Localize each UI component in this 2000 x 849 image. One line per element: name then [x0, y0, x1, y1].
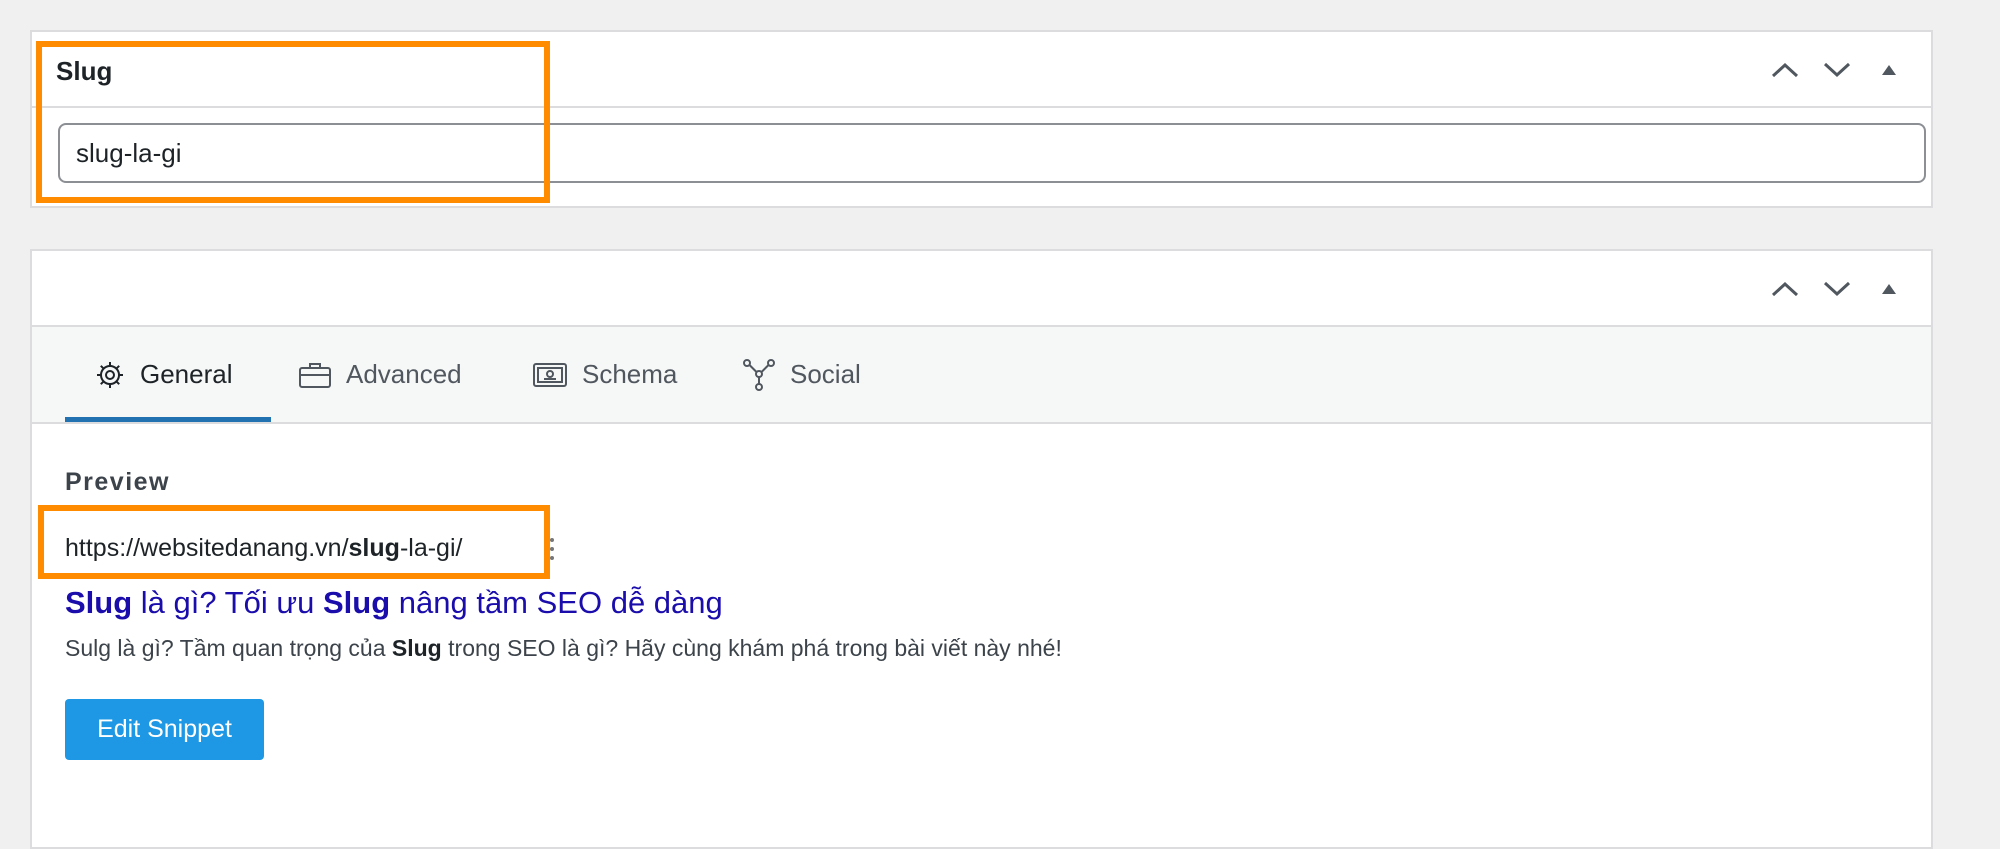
serp-description: Sulg là gì? Tầm quan trọng của Slug tron…: [65, 635, 1062, 662]
tabs-bar: General Advanced Schema Social: [32, 327, 1931, 424]
active-tab-indicator: [65, 417, 271, 422]
tab-advanced-label: Advanced: [346, 359, 462, 389]
slug-panel: Slug: [30, 30, 1933, 208]
url-prefix: https://websitedanang.vn/: [65, 534, 349, 562]
gear-icon: [94, 359, 126, 391]
toggle-panel-button[interactable]: [1863, 50, 1915, 90]
serp-title-bold: Slug: [322, 585, 391, 620]
move-up-button[interactable]: [1759, 50, 1811, 90]
chevron-up-icon: [1771, 281, 1799, 297]
seo-panel: General Advanced Schema Social Preview h…: [30, 249, 1933, 849]
preview-url: https://websitedanang.vn/slug-la-gi/: [65, 534, 462, 563]
slug-panel-title: Slug: [56, 56, 113, 86]
panel-controls: [1759, 50, 1915, 90]
tab-schema-label: Schema: [582, 359, 678, 389]
toggle-panel-button[interactable]: [1863, 269, 1915, 309]
chevron-up-icon: [1771, 62, 1799, 78]
seo-panel-header: [32, 251, 1931, 327]
serp-title[interactable]: Slug là gì? Tối ưu Slug nâng tầm SEO dễ …: [65, 585, 723, 621]
move-down-button[interactable]: [1811, 50, 1863, 90]
slug-input[interactable]: [58, 123, 1926, 183]
panel-controls: [1759, 269, 1915, 309]
tab-social[interactable]: Social: [742, 327, 861, 422]
preview-label: Preview: [65, 468, 171, 496]
triangle-up-icon: [1882, 284, 1896, 294]
tab-social-label: Social: [790, 359, 861, 389]
tab-general-label: General: [140, 359, 233, 389]
serp-desc-text: Sulg là gì? Tầm quan trọng của: [65, 635, 392, 661]
url-slug-bold: slug: [348, 534, 400, 562]
tab-general[interactable]: General: [94, 327, 233, 422]
chevron-down-icon: [1823, 281, 1851, 297]
serp-title-text: là gì? Tối ưu: [132, 585, 323, 620]
edit-snippet-button[interactable]: Edit Snippet: [65, 699, 264, 760]
move-down-button[interactable]: [1811, 269, 1863, 309]
briefcase-icon: [298, 360, 332, 390]
serp-desc-text: trong SEO là gì? Hãy cùng khám phá trong…: [441, 635, 1062, 661]
url-suffix: -la-gi/: [399, 534, 463, 562]
serp-desc-bold: Slug: [391, 635, 442, 661]
tab-advanced[interactable]: Advanced: [298, 327, 462, 422]
serp-title-bold: Slug: [65, 585, 133, 620]
triangle-up-icon: [1882, 65, 1896, 75]
chevron-down-icon: [1823, 62, 1851, 78]
tab-schema[interactable]: Schema: [532, 327, 677, 422]
move-up-button[interactable]: [1759, 269, 1811, 309]
serp-title-text: nâng tầm SEO dễ dàng: [390, 585, 723, 620]
schema-icon: [532, 361, 568, 389]
slug-panel-header: Slug: [32, 32, 1931, 108]
social-share-icon: [742, 358, 776, 392]
url-more-icon[interactable]: [547, 534, 557, 564]
